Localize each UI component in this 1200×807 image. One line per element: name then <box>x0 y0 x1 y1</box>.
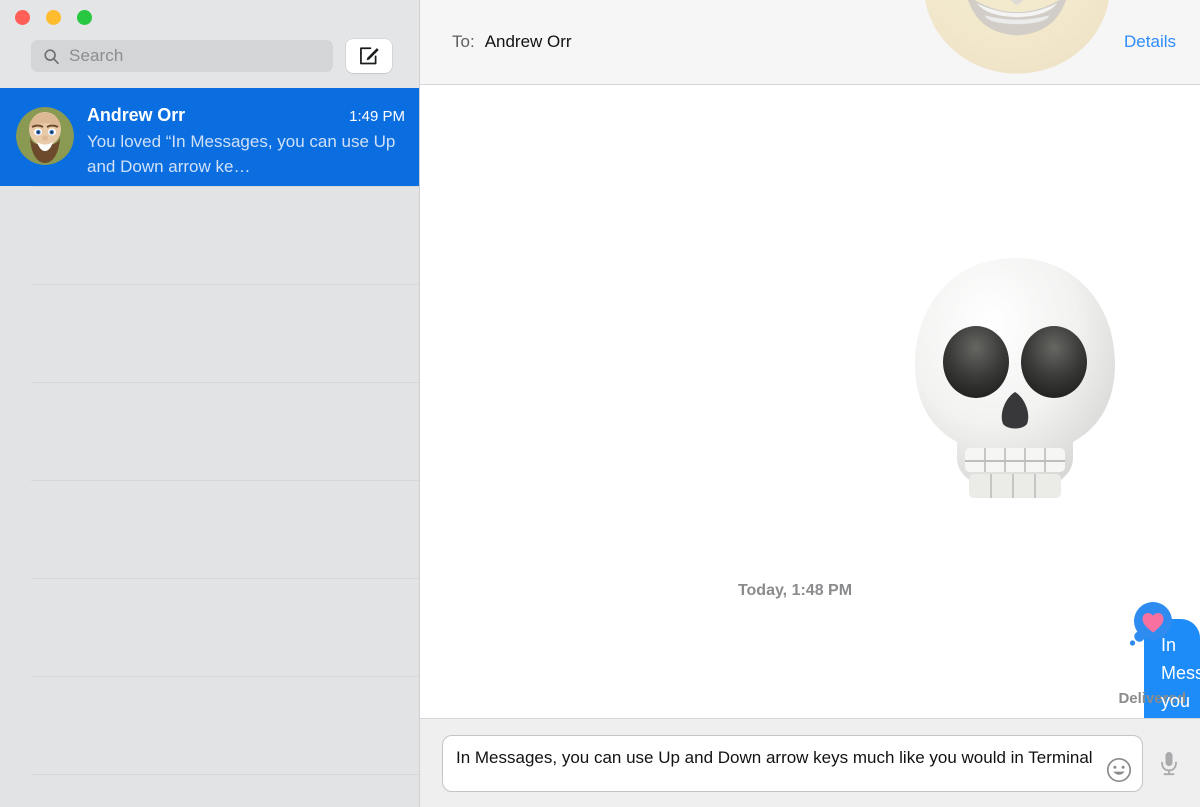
conversation-item-body: Andrew Orr 1:49 PM You loved “In Messages,… <box>87 105 405 179</box>
compose-pencil-icon <box>360 47 379 65</box>
conversation-timestamp: 1:49 PM <box>349 108 405 125</box>
conversation-list-empty-row[interactable] <box>0 382 419 480</box>
message-composer: In Messages, you can use Up and Down arr… <box>420 718 1200 807</box>
dictation-button[interactable] <box>1152 746 1186 780</box>
maximize-window-button[interactable] <box>77 10 92 25</box>
compose-new-message-button[interactable] <box>346 39 392 73</box>
list-separator <box>31 578 419 579</box>
list-separator <box>31 480 419 481</box>
microphone-icon <box>1161 752 1177 776</box>
conversation-list-empty-row[interactable] <box>0 186 419 284</box>
list-separator <box>31 382 419 383</box>
traffic-lights <box>15 10 92 25</box>
conversation-list-empty-row[interactable] <box>0 284 419 382</box>
close-window-button[interactable] <box>15 10 30 25</box>
conversation-list-item[interactable]: Andrew Orr 1:49 PM You loved “In Messages,… <box>0 88 419 186</box>
thread-timestamp: Today, 1:48 PM <box>737 582 853 599</box>
messages-window: Search Andrew Orr 1:49 PM You loved “In Me… <box>0 0 1200 807</box>
smiley-face-icon[interactable] <box>1106 757 1132 783</box>
message-input[interactable]: In Messages, you can use Up and Down arr… <box>442 734 1143 792</box>
conversation-list-empty-row[interactable] <box>0 676 419 774</box>
details-button[interactable]: Details <box>1124 32 1176 52</box>
conversation-list-empty-row[interactable] <box>0 480 419 578</box>
list-separator <box>31 676 419 677</box>
conversation-list-empty-row[interactable] <box>0 578 419 676</box>
conversation-list[interactable]: Andrew Orr 1:49 PM You loved “In Messages,… <box>0 88 419 807</box>
conversation-header: To: Andrew Orr Details <box>420 0 1200 85</box>
to-label: To: <box>452 32 475 51</box>
message-input-value: In Messages, you can use Up and Down arr… <box>456 747 1093 767</box>
conversation-list-empty-row[interactable] <box>0 774 419 807</box>
recipient-name[interactable]: Andrew Orr <box>485 32 572 52</box>
list-separator <box>31 774 419 775</box>
conversation-sender-name: Andrew Orr <box>87 105 186 125</box>
conversation-pane: To: Andrew Orr Details Today, 1:48 PM In… <box>420 0 1200 807</box>
sidebar: Search Andrew Orr 1:49 PM You loved “In Me… <box>0 0 420 807</box>
skull-animoji-sticker[interactable] <box>903 252 1128 527</box>
list-separator <box>31 284 419 285</box>
conversation-preview-text: You loved “In Messages, you can use Up a… <box>87 132 396 176</box>
search-input[interactable]: Search <box>31 40 333 72</box>
search-row: Search <box>31 39 399 73</box>
list-separator <box>31 186 419 187</box>
heart-tapback-icon[interactable] <box>1126 600 1176 650</box>
search-icon <box>44 48 59 64</box>
titlebar: Search <box>0 0 419 88</box>
message-thread: Today, 1:48 PM In Messages, you can use … <box>420 0 1200 718</box>
conversation-item-header: Andrew Orr 1:49 PM <box>87 105 405 126</box>
minimize-window-button[interactable] <box>46 10 61 25</box>
search-placeholder: Search <box>69 46 124 65</box>
avatar <box>16 107 74 165</box>
